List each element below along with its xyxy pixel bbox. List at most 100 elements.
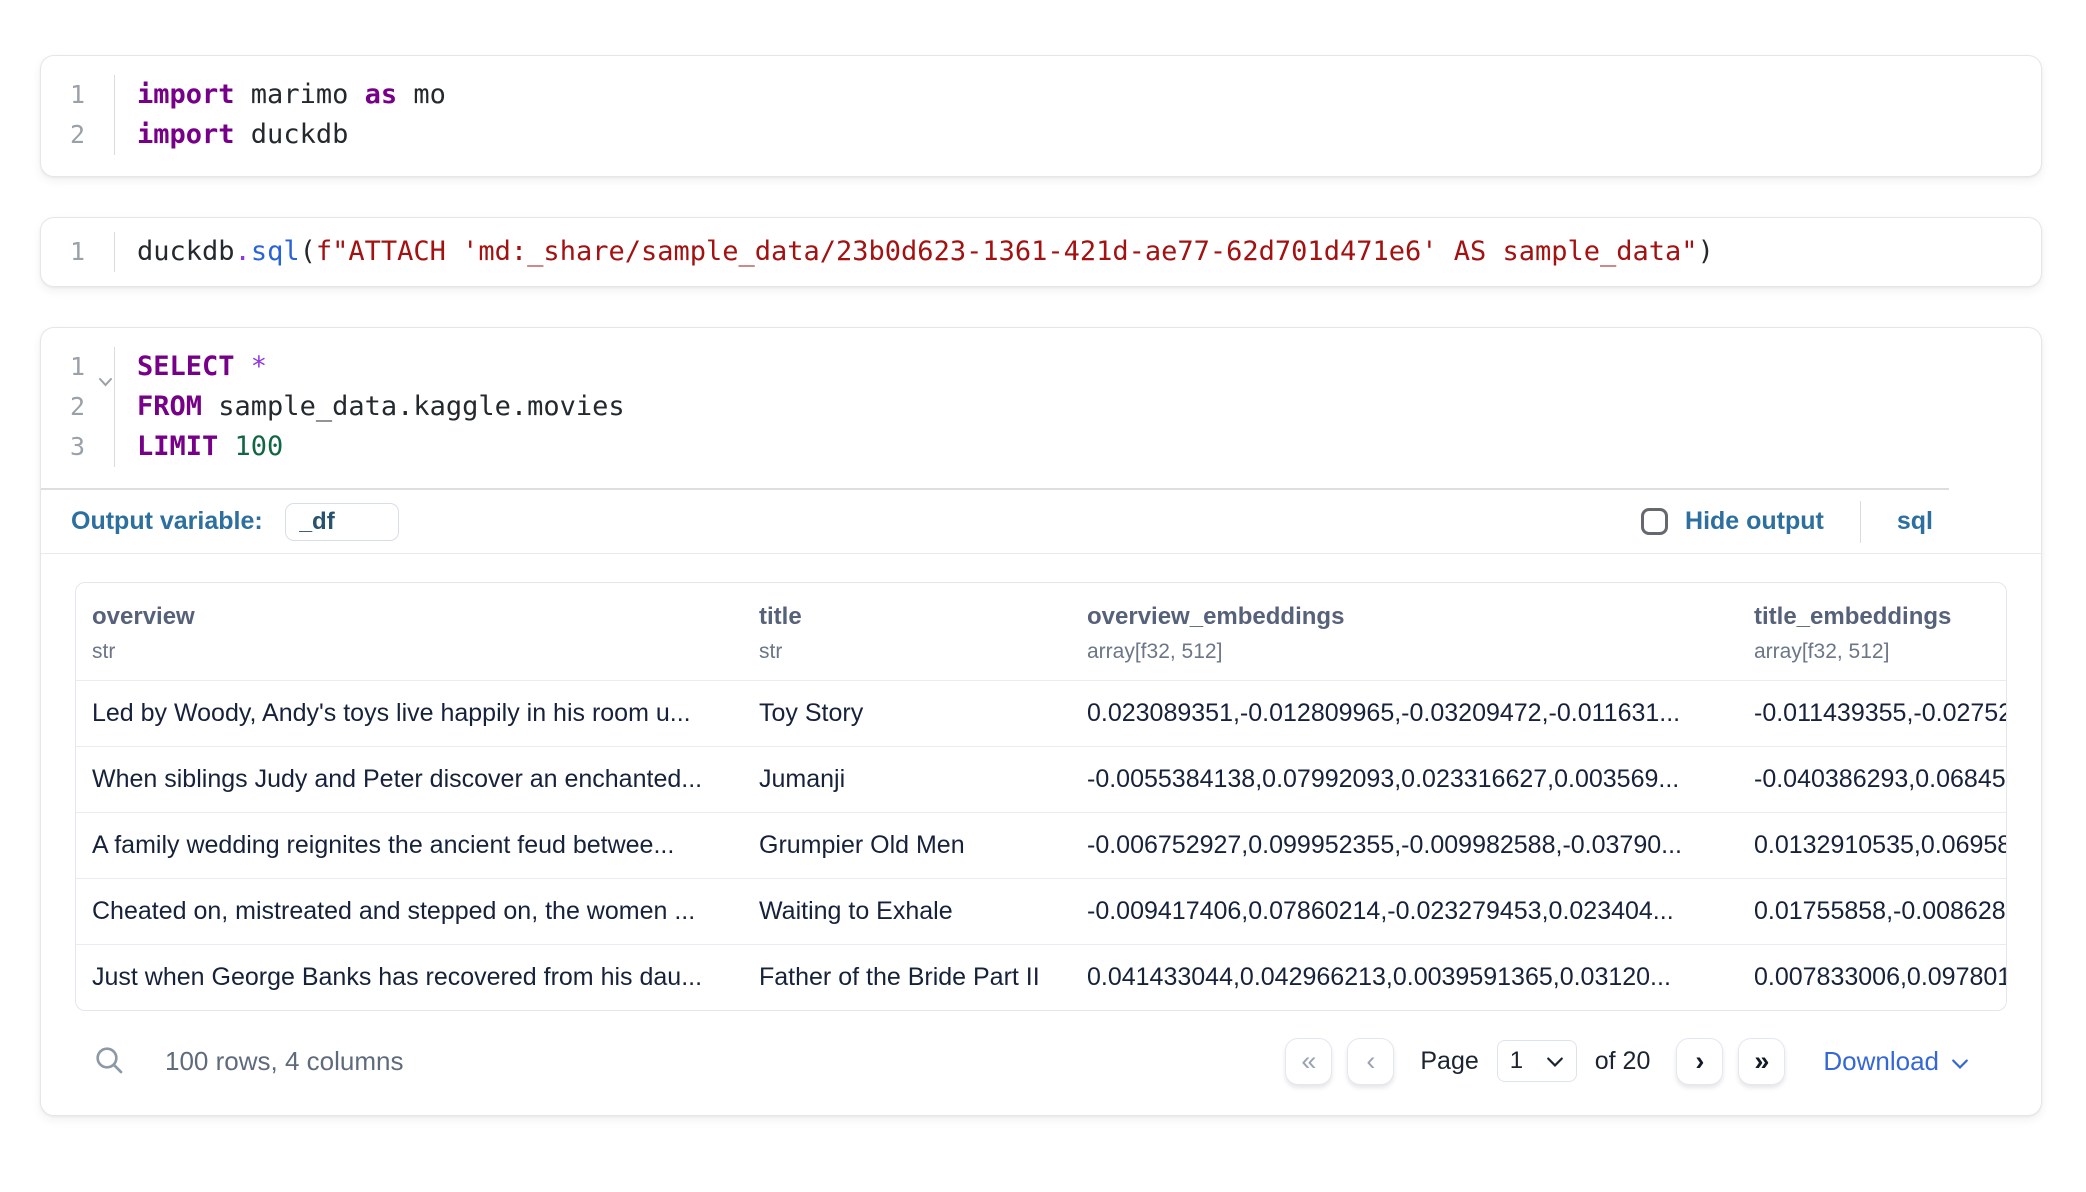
code-token-paren: ): [1698, 236, 1714, 267]
last-page-button[interactable]: »: [1738, 1038, 1785, 1085]
line-number: 1: [41, 347, 114, 387]
column-name: overview: [92, 603, 727, 631]
cell-title: Waiting to Exhale: [743, 897, 1071, 926]
first-page-button[interactable]: «: [1285, 1038, 1332, 1085]
table-row[interactable]: Cheated on, mistreated and stepped on, t…: [76, 878, 2006, 944]
table-row[interactable]: When siblings Judy and Peter discover an…: [76, 746, 2006, 812]
table-header-row: overview str title str overview_embeddin…: [76, 583, 2006, 680]
row-count-summary: 100 rows, 4 columns: [165, 1046, 403, 1077]
column-header-title-embeddings[interactable]: title_embeddings array[f32, 512]: [1738, 583, 2006, 680]
table-footer: 100 rows, 4 columns « ‹ Page 1 of 20 › »…: [75, 1011, 2007, 1111]
line-number: 2: [41, 387, 114, 427]
download-label: Download: [1823, 1046, 1939, 1077]
code-token-text: sample_data.kaggle.movies: [202, 391, 625, 422]
column-type: array[f32, 512]: [1087, 640, 1722, 664]
column-name: title_embeddings: [1754, 603, 1990, 631]
code-token-keyword: LIMIT: [137, 431, 235, 462]
next-page-button[interactable]: ›: [1676, 1038, 1723, 1085]
first-page-icon: «: [1301, 1046, 1316, 1077]
output-variable-input[interactable]: [285, 503, 399, 541]
output-config-bar: Output variable: Hide output sql: [41, 490, 2041, 554]
page-select-value: 1: [1510, 1047, 1523, 1075]
previous-page-button[interactable]: ‹: [1347, 1038, 1394, 1085]
code-line: SELECT *: [137, 347, 625, 387]
table-row[interactable]: A family wedding reignites the ancient f…: [76, 812, 2006, 878]
page-select[interactable]: 1: [1497, 1040, 1577, 1082]
result-table: overview str title str overview_embeddin…: [75, 582, 2007, 1011]
cell-title: Jumanji: [743, 765, 1071, 794]
table-row[interactable]: Led by Woody, Andy's toys live happily i…: [76, 680, 2006, 746]
cell-overview: Just when George Banks has recovered fro…: [76, 963, 743, 992]
cell-overview-embeddings: -0.0055384138,0.07992093,0.023316627,0.0…: [1071, 765, 1738, 794]
pagination: « ‹ Page 1 of 20 › » Download: [1285, 1038, 1987, 1085]
code-lines: import marimo as mo import duckdb: [115, 75, 446, 155]
line-number-gutter: 1: [41, 232, 115, 272]
hide-output-checkbox[interactable]: [1641, 508, 1668, 535]
line-number: 1: [41, 75, 114, 115]
code-line: import marimo as mo: [137, 75, 446, 115]
code-editor[interactable]: 1 duckdb.sql(f"ATTACH 'md:_share/sample_…: [41, 218, 2041, 286]
code-token-keyword: as: [365, 79, 398, 110]
cell-overview: A family wedding reignites the ancient f…: [76, 831, 743, 860]
code-token-keyword: FROM: [137, 391, 202, 422]
chevron-down-icon: [1546, 1047, 1564, 1075]
cell-overview: Cheated on, mistreated and stepped on, t…: [76, 897, 743, 926]
last-page-icon: »: [1754, 1046, 1769, 1077]
line-number-gutter: 1 2: [41, 75, 115, 155]
code-token-dot: .: [235, 236, 251, 267]
column-name: overview_embeddings: [1087, 603, 1722, 631]
search-icon: [93, 1044, 125, 1079]
download-menu[interactable]: Download: [1823, 1046, 1969, 1077]
code-lines: SELECT * FROM sample_data.kaggle.movies …: [115, 347, 625, 467]
table-row[interactable]: Just when George Banks has recovered fro…: [76, 944, 2006, 1010]
language-badge[interactable]: sql: [1897, 507, 1933, 536]
page-label: Page: [1420, 1047, 1478, 1076]
line-number: 3: [41, 427, 114, 467]
code-lines: duckdb.sql(f"ATTACH 'md:_share/sample_da…: [115, 232, 1714, 272]
code-editor[interactable]: 1 2 import marimo as mo import duckdb: [41, 56, 2041, 176]
cell-output: overview str title str overview_embeddin…: [41, 554, 2041, 1115]
output-variable-label: Output variable:: [71, 507, 263, 536]
code-line: import duckdb: [137, 115, 446, 155]
cell-overview: Led by Woody, Andy's toys live happily i…: [76, 699, 743, 728]
column-type: str: [759, 640, 1055, 664]
code-token-keyword: SELECT: [137, 351, 251, 382]
page-total-label: of 20: [1595, 1047, 1651, 1076]
code-cell-imports: 1 2 import marimo as mo import duckdb: [40, 55, 2042, 177]
cell-title-embeddings: -0.040386293,0.068451: [1738, 765, 2006, 794]
code-token-string: f"ATTACH 'md:_share/sample_data/23b0d623…: [316, 236, 1698, 267]
column-header-title[interactable]: title str: [743, 583, 1071, 680]
column-type: array[f32, 512]: [1754, 640, 1990, 664]
code-line: FROM sample_data.kaggle.movies: [137, 387, 625, 427]
cell-overview: When siblings Judy and Peter discover an…: [76, 765, 743, 794]
code-token-keyword: import: [137, 119, 235, 150]
cell-overview-embeddings: -0.009417406,0.07860214,-0.023279453,0.0…: [1071, 897, 1738, 926]
code-cell-attach: 1 duckdb.sql(f"ATTACH 'md:_share/sample_…: [40, 217, 2042, 287]
chevron-right-icon: ›: [1695, 1046, 1704, 1077]
cell-title-embeddings: -0.011439355,-0.027525: [1738, 699, 2006, 728]
cell-overview-embeddings: 0.023089351,-0.012809965,-0.03209472,-0.…: [1071, 699, 1738, 728]
code-token-variable: duckdb: [137, 236, 235, 267]
code-token-number: 100: [235, 431, 284, 462]
column-header-overview[interactable]: overview str: [76, 583, 743, 680]
cell-title: Toy Story: [743, 699, 1071, 728]
code-editor[interactable]: 1 2 3 SELECT * FROM sample_data.kaggle.m…: [41, 328, 2041, 488]
code-token-star: *: [251, 351, 267, 382]
cell-title-embeddings: 0.01755858,-0.0086286: [1738, 897, 2006, 926]
cell-overview-embeddings: 0.041433044,0.042966213,0.0039591365,0.0…: [1071, 963, 1738, 992]
code-token-keyword: import: [137, 79, 235, 110]
search-button[interactable]: [93, 1044, 125, 1079]
code-token-function: sql: [251, 236, 300, 267]
notebook-page: 1 2 import marimo as mo import duckdb 1 …: [0, 0, 2086, 1116]
hide-output-label[interactable]: Hide output: [1685, 507, 1824, 536]
code-token-text: mo: [397, 79, 446, 110]
line-number: 2: [41, 115, 114, 155]
column-header-overview-embeddings[interactable]: overview_embeddings array[f32, 512]: [1071, 583, 1738, 680]
cell-title-embeddings: 0.0132910535,0.06958: [1738, 831, 2006, 860]
column-name: title: [759, 603, 1055, 631]
cell-title: Grumpier Old Men: [743, 831, 1071, 860]
sql-cell: 1 2 3 SELECT * FROM sample_data.kaggle.m…: [40, 327, 2042, 1116]
line-number: 1: [41, 232, 114, 272]
line-number-gutter: 1 2 3: [41, 347, 115, 467]
cell-overview-embeddings: -0.006752927,0.099952355,-0.009982588,-0…: [1071, 831, 1738, 860]
